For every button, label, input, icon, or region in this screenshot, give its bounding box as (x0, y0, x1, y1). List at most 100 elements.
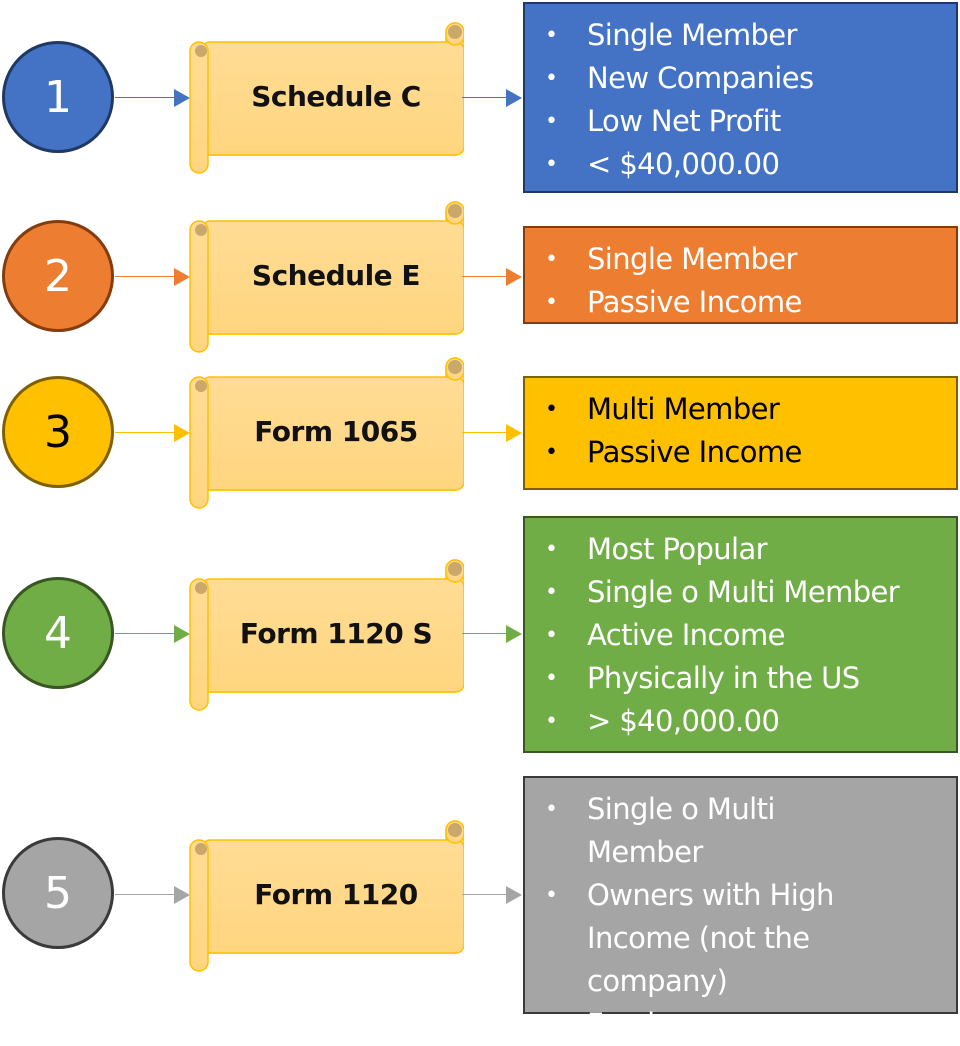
criteria-item: • Low Net Profit (525, 100, 944, 143)
step-number: 3 (44, 406, 72, 458)
criteria-box: • Single o Multi Member • Owners with High … (523, 776, 958, 1041)
criteria-box: • Most Popular • Single o Multi Member • Acti… (523, 516, 958, 753)
connector-line (115, 633, 175, 634)
scroll-left-roll (189, 578, 209, 711)
criteria-text: Owners with High Income (not the company… (587, 878, 834, 998)
connector-line (462, 894, 508, 895)
scroll-left-curl-hole (195, 582, 207, 594)
step-number-circle: 4 (2, 577, 114, 689)
bullet-icon: • (545, 623, 558, 648)
step-number-circle: 3 (2, 376, 114, 488)
connector-line (462, 633, 508, 634)
bullet-icon: • (545, 580, 558, 605)
bullet-icon: • (545, 440, 558, 465)
form-label: Form 1120 (254, 878, 418, 911)
scroll-left-curl-hole (195, 224, 207, 236)
criteria-item: • Passive Income (525, 281, 944, 324)
criteria-item: • Single o Multi Member (525, 571, 944, 614)
criteria-box: • Single Member • New Companies • Low Net Pro… (523, 2, 958, 193)
criteria-item: • Passive Income (525, 431, 944, 474)
criteria-text: Active Income (587, 618, 785, 652)
bullet-icon: • (545, 247, 558, 272)
scroll-top-curl-hole (448, 25, 462, 39)
scroll-left-roll (189, 41, 209, 174)
criteria-text: Foreigners (587, 1007, 734, 1041)
bullet-icon: • (545, 109, 558, 134)
step-number-circle: 1 (2, 41, 114, 153)
connector-line (462, 97, 508, 98)
bullet-icon: • (545, 290, 558, 315)
form-label: Form 1065 (254, 415, 418, 448)
form-scroll: Form 1065 (188, 355, 464, 510)
criteria-item: • Single Member (525, 238, 944, 281)
step-number: 4 (44, 607, 72, 659)
criteria-box: • Single Member • Passive Income (523, 226, 958, 324)
scroll-top-curl-hole (448, 204, 462, 218)
criteria-list: • Most Popular • Single o Multi Member • Acti… (525, 528, 944, 743)
criteria-text: Single o Multi Member (587, 575, 900, 609)
connector-line (462, 432, 508, 433)
bullet-icon: • (545, 883, 558, 908)
criteria-text: New Companies (587, 61, 814, 95)
criteria-list: • Multi Member • Passive Income (525, 388, 944, 474)
scroll-left-roll (189, 839, 209, 972)
criteria-list: • Single o Multi Member • Owners with High … (525, 788, 944, 1046)
connector-line (115, 432, 175, 433)
bullet-icon: • (545, 709, 558, 734)
bullet-icon: • (545, 537, 558, 562)
criteria-list: • Single Member • New Companies • Low Net Pro… (525, 14, 944, 186)
scroll-top-curl-hole (448, 562, 462, 576)
form-label: Schedule C (251, 80, 421, 113)
scroll-left-roll (189, 376, 209, 509)
arrowhead-icon (506, 886, 522, 904)
criteria-item: • Most Popular (525, 528, 944, 571)
bullet-icon: • (545, 23, 558, 48)
arrowhead-icon (506, 268, 522, 286)
criteria-text: > $40,000.00 (587, 704, 780, 738)
step-number: 1 (44, 71, 72, 123)
bullet-icon: • (545, 152, 558, 177)
criteria-text: Single o Multi Member (587, 792, 775, 869)
form-scroll: Form 1120 S (188, 557, 464, 712)
criteria-item: • New Companies (525, 57, 944, 100)
criteria-list: • Single Member • Passive Income (525, 238, 944, 324)
connector-line (115, 276, 175, 277)
connector-line (115, 97, 175, 98)
criteria-item: • < $40,000.00 (525, 143, 944, 186)
step-number-circle: 2 (2, 220, 114, 332)
criteria-item: • Single o Multi Member (525, 788, 944, 874)
criteria-item: • Physically in the US (525, 657, 944, 700)
criteria-item: • Single Member (525, 14, 944, 57)
scroll-left-roll (189, 220, 209, 353)
criteria-item: • Active Income (525, 614, 944, 657)
criteria-text: Low Net Profit (587, 104, 781, 138)
criteria-item: • > $40,000.00 (525, 700, 944, 743)
scroll-left-curl-hole (195, 380, 207, 392)
arrowhead-icon (506, 89, 522, 107)
arrowhead-icon (506, 424, 522, 442)
form-label: Schedule E (251, 259, 421, 292)
bullet-icon: • (545, 397, 558, 422)
bullet-icon: • (545, 66, 558, 91)
criteria-text: Single Member (587, 18, 797, 52)
connector-line (462, 276, 508, 277)
step-number: 2 (44, 250, 72, 302)
scroll-left-curl-hole (195, 45, 207, 57)
bullet-icon: • (545, 797, 558, 822)
criteria-item: • Multi Member (525, 388, 944, 431)
criteria-item: • Owners with High Income (not the compan… (525, 874, 944, 1003)
bullet-icon: • (545, 666, 558, 691)
scroll-left-curl-hole (195, 843, 207, 855)
criteria-text: Passive Income (587, 435, 802, 469)
step-number-circle: 5 (2, 837, 114, 949)
criteria-text: < $40,000.00 (587, 147, 780, 181)
form-scroll: Schedule C (188, 20, 464, 175)
connector-line (115, 894, 175, 895)
criteria-text: Multi Member (587, 392, 780, 426)
scroll-top-curl-hole (448, 823, 462, 837)
bullet-icon: • (545, 1012, 558, 1037)
criteria-item: • Foreigners (525, 1003, 944, 1046)
criteria-text: Passive Income (587, 285, 802, 319)
step-number: 5 (44, 867, 72, 919)
criteria-text: Single Member (587, 242, 797, 276)
